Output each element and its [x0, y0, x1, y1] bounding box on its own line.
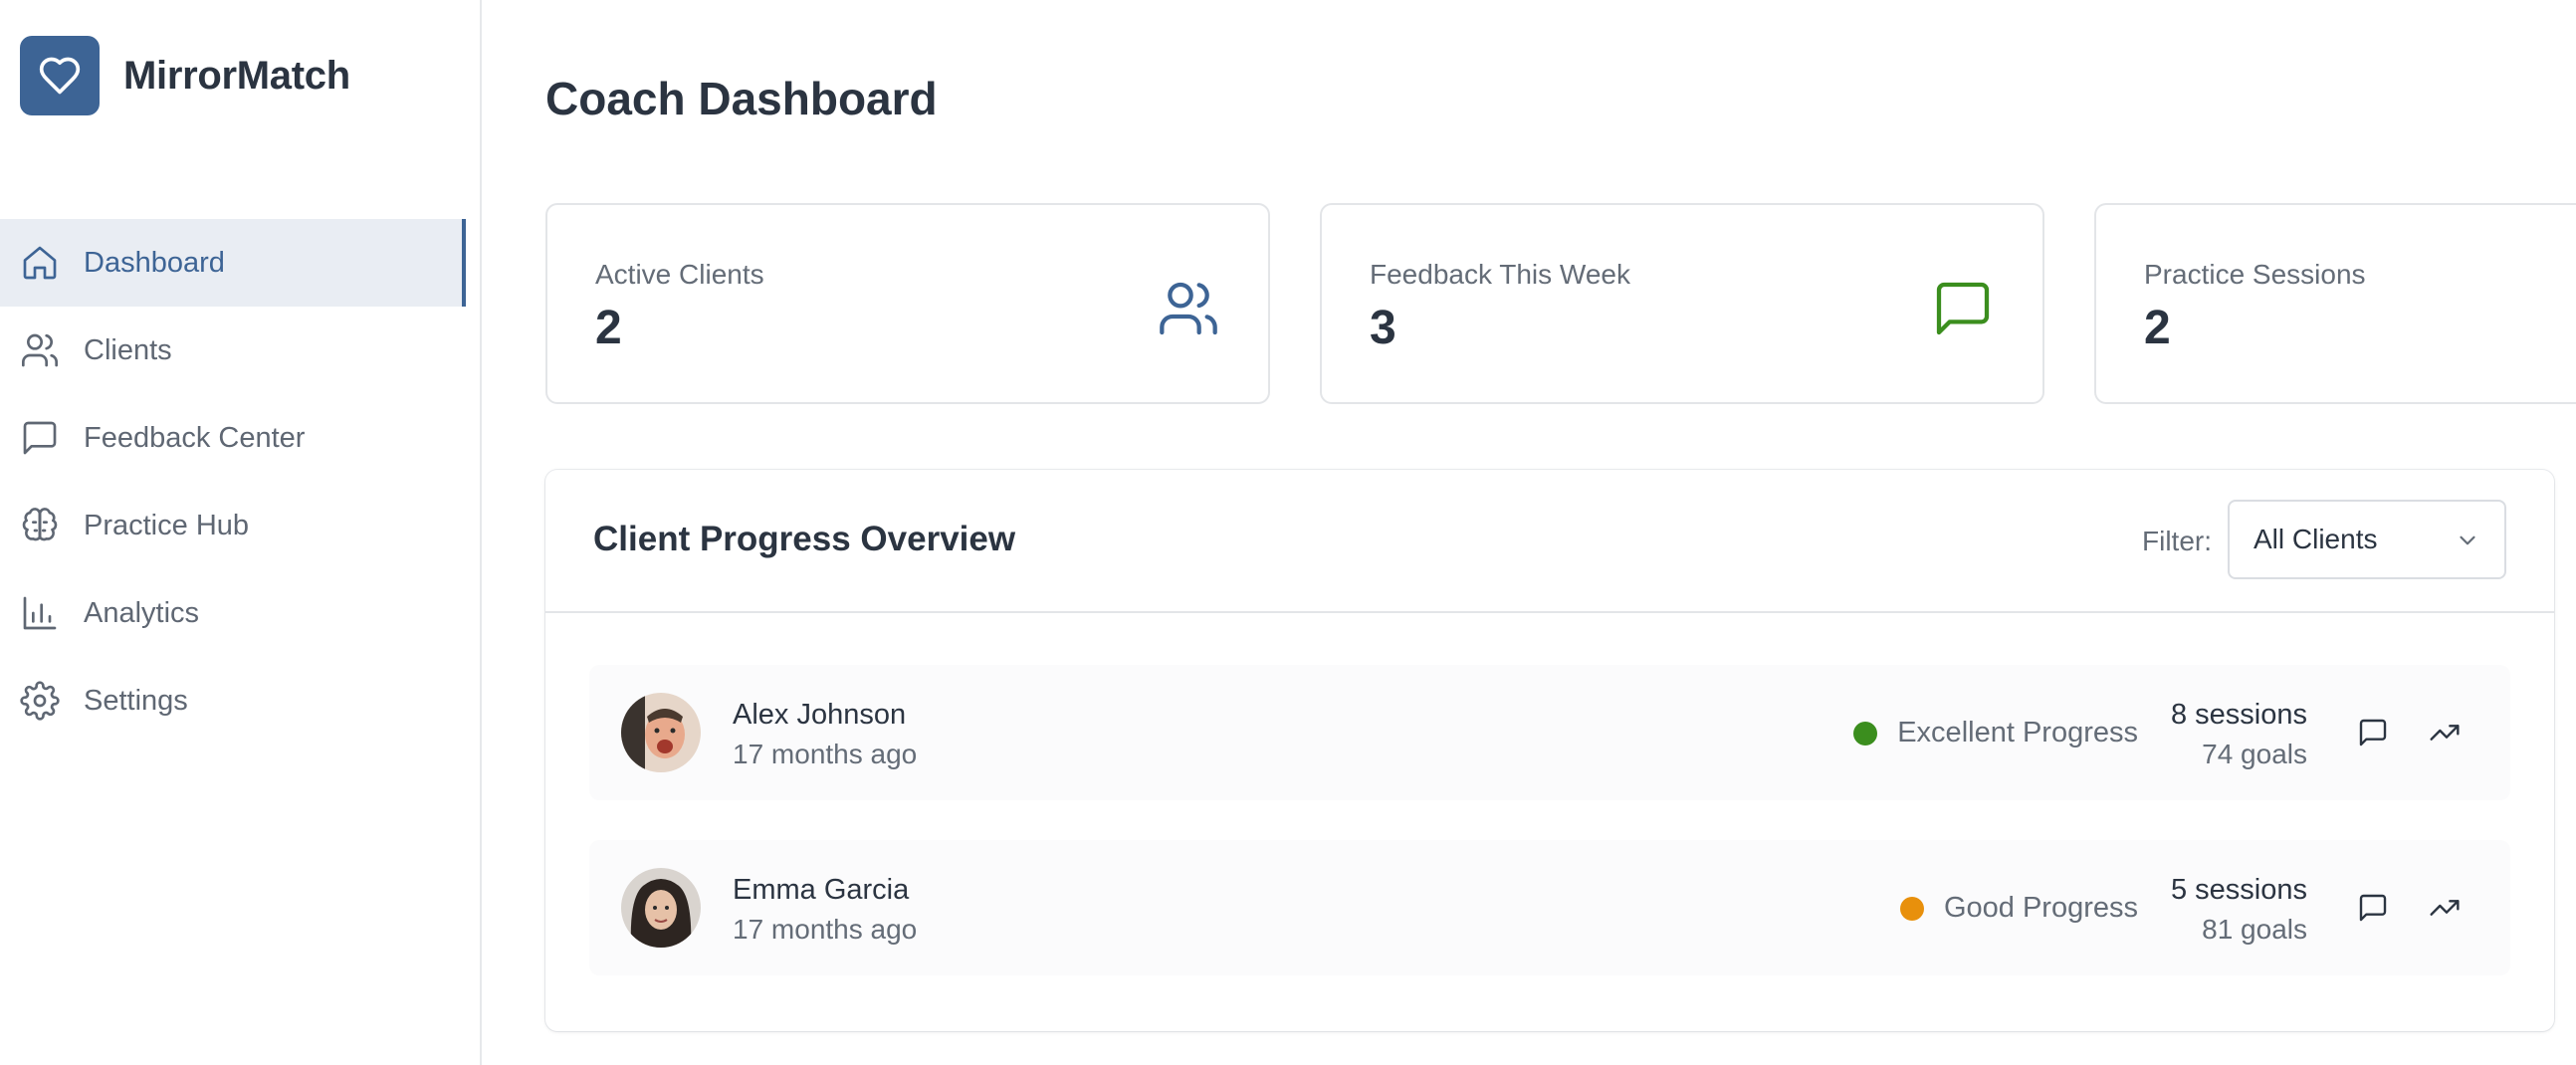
avatar	[621, 693, 701, 772]
sidebar-item-label: Analytics	[84, 596, 200, 629]
client-filter-select[interactable]: All Clients	[2228, 500, 2506, 579]
status-badge: Good Progress	[1899, 892, 2138, 925]
client-row[interactable]: Emma Garcia 17 months ago Good Progress …	[589, 840, 2510, 975]
sidebar-item-label: Feedback Center	[84, 421, 306, 454]
stat-label: Practice Sessions	[2144, 259, 2366, 290]
gear-icon	[20, 681, 60, 721]
sidebar: MirrorMatch Dashboard Clients Feedback C…	[0, 0, 482, 1065]
page-title: Coach Dashboard	[545, 73, 938, 124]
chevron-down-icon	[2460, 535, 2475, 545]
sidebar-item-analytics[interactable]: Analytics	[0, 569, 466, 657]
stat-label: Active Clients	[595, 259, 764, 290]
stat-value: 2	[595, 302, 622, 354]
message-button[interactable]	[2349, 709, 2397, 756]
view-progress-button[interactable]	[2421, 884, 2469, 932]
brand[interactable]: MirrorMatch	[20, 36, 350, 115]
panel-title: Client Progress Overview	[593, 520, 1016, 558]
sidebar-item-settings[interactable]: Settings	[0, 657, 466, 745]
status-dot	[1899, 896, 1924, 921]
brand-logo	[20, 36, 100, 115]
message-square-icon	[1936, 282, 1990, 335]
sidebar-item-label: Practice Hub	[84, 509, 250, 541]
sidebar-nav: Dashboard Clients Feedback Center Practi…	[0, 219, 466, 745]
goal-count: 81 goals	[2202, 914, 2307, 945]
status-badge: Excellent Progress	[1853, 717, 2138, 749]
client-name: Emma Garcia	[733, 874, 910, 906]
client-name: Alex Johnson	[733, 699, 907, 731]
brain-icon	[22, 508, 58, 541]
trending-up-icon	[2430, 725, 2460, 741]
sidebar-item-label: Settings	[84, 684, 188, 717]
users-icon	[1160, 282, 1217, 335]
brand-name: MirrorMatch	[123, 53, 350, 98]
client-progress-panel: Client Progress Overview Filter: All Cli…	[545, 470, 2554, 1031]
sidebar-item-label: Clients	[84, 333, 172, 366]
bar-chart-icon	[23, 596, 57, 630]
avatar	[621, 868, 701, 948]
sidebar-item-label: Dashboard	[84, 246, 225, 279]
session-count: 8 sessions	[2170, 699, 2307, 731]
users-icon	[22, 333, 59, 367]
view-progress-button[interactable]	[2421, 709, 2469, 756]
main-content: Coach Dashboard Active Clients 2 Feedbac…	[545, 0, 2576, 1065]
stat-card-practice-sessions: Practice Sessions 2	[2094, 203, 2576, 404]
panel-header: Client Progress Overview Filter: All Cli…	[545, 470, 2554, 613]
goal-count: 74 goals	[2202, 739, 2307, 769]
sidebar-item-feedback-center[interactable]: Feedback Center	[0, 394, 466, 482]
sidebar-item-dashboard[interactable]: Dashboard	[0, 219, 466, 307]
status-label: Good Progress	[1943, 892, 2138, 924]
stat-card-active-clients: Active Clients 2	[545, 203, 1270, 404]
stat-label: Feedback This Week	[1370, 259, 1630, 290]
filter-value: All Clients	[2254, 524, 2378, 554]
message-square-icon	[2359, 719, 2387, 746]
sidebar-item-clients[interactable]: Clients	[0, 307, 466, 394]
stat-value: 2	[2144, 302, 2171, 354]
client-time: 17 months ago	[733, 739, 918, 769]
message-square-icon	[23, 421, 57, 455]
heart-icon	[39, 57, 81, 95]
filter-label: Filter:	[2142, 526, 2212, 556]
stat-value: 3	[1370, 302, 1396, 354]
status-label: Excellent Progress	[1897, 717, 2138, 748]
message-button[interactable]	[2349, 884, 2397, 932]
trending-up-icon	[2430, 900, 2460, 916]
client-row[interactable]: Alex Johnson 17 months ago Excellent Pro…	[589, 665, 2510, 800]
session-count: 5 sessions	[2170, 874, 2307, 906]
client-time: 17 months ago	[733, 914, 918, 945]
sidebar-item-practice-hub[interactable]: Practice Hub	[0, 482, 466, 569]
stat-card-feedback-this-week: Feedback This Week 3	[1320, 203, 2044, 404]
message-square-icon	[2359, 894, 2387, 922]
home-icon	[23, 246, 57, 280]
status-dot	[1853, 721, 1878, 746]
